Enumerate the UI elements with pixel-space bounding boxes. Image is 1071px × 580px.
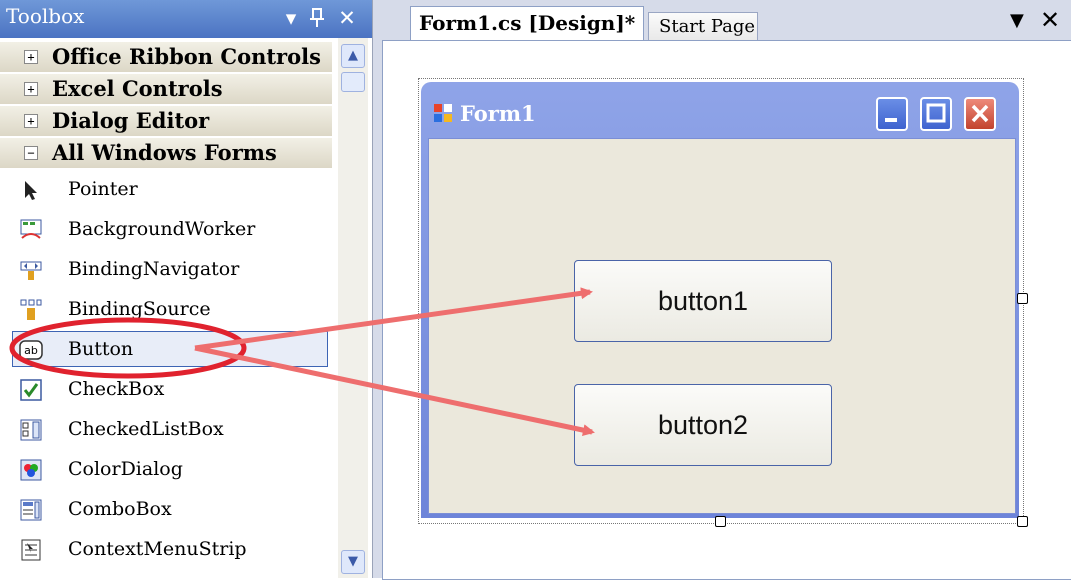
annotation-overlay [9, 287, 595, 437]
arrow-to-button1 [194, 287, 593, 351]
arrow-to-button2 [194, 345, 595, 437]
